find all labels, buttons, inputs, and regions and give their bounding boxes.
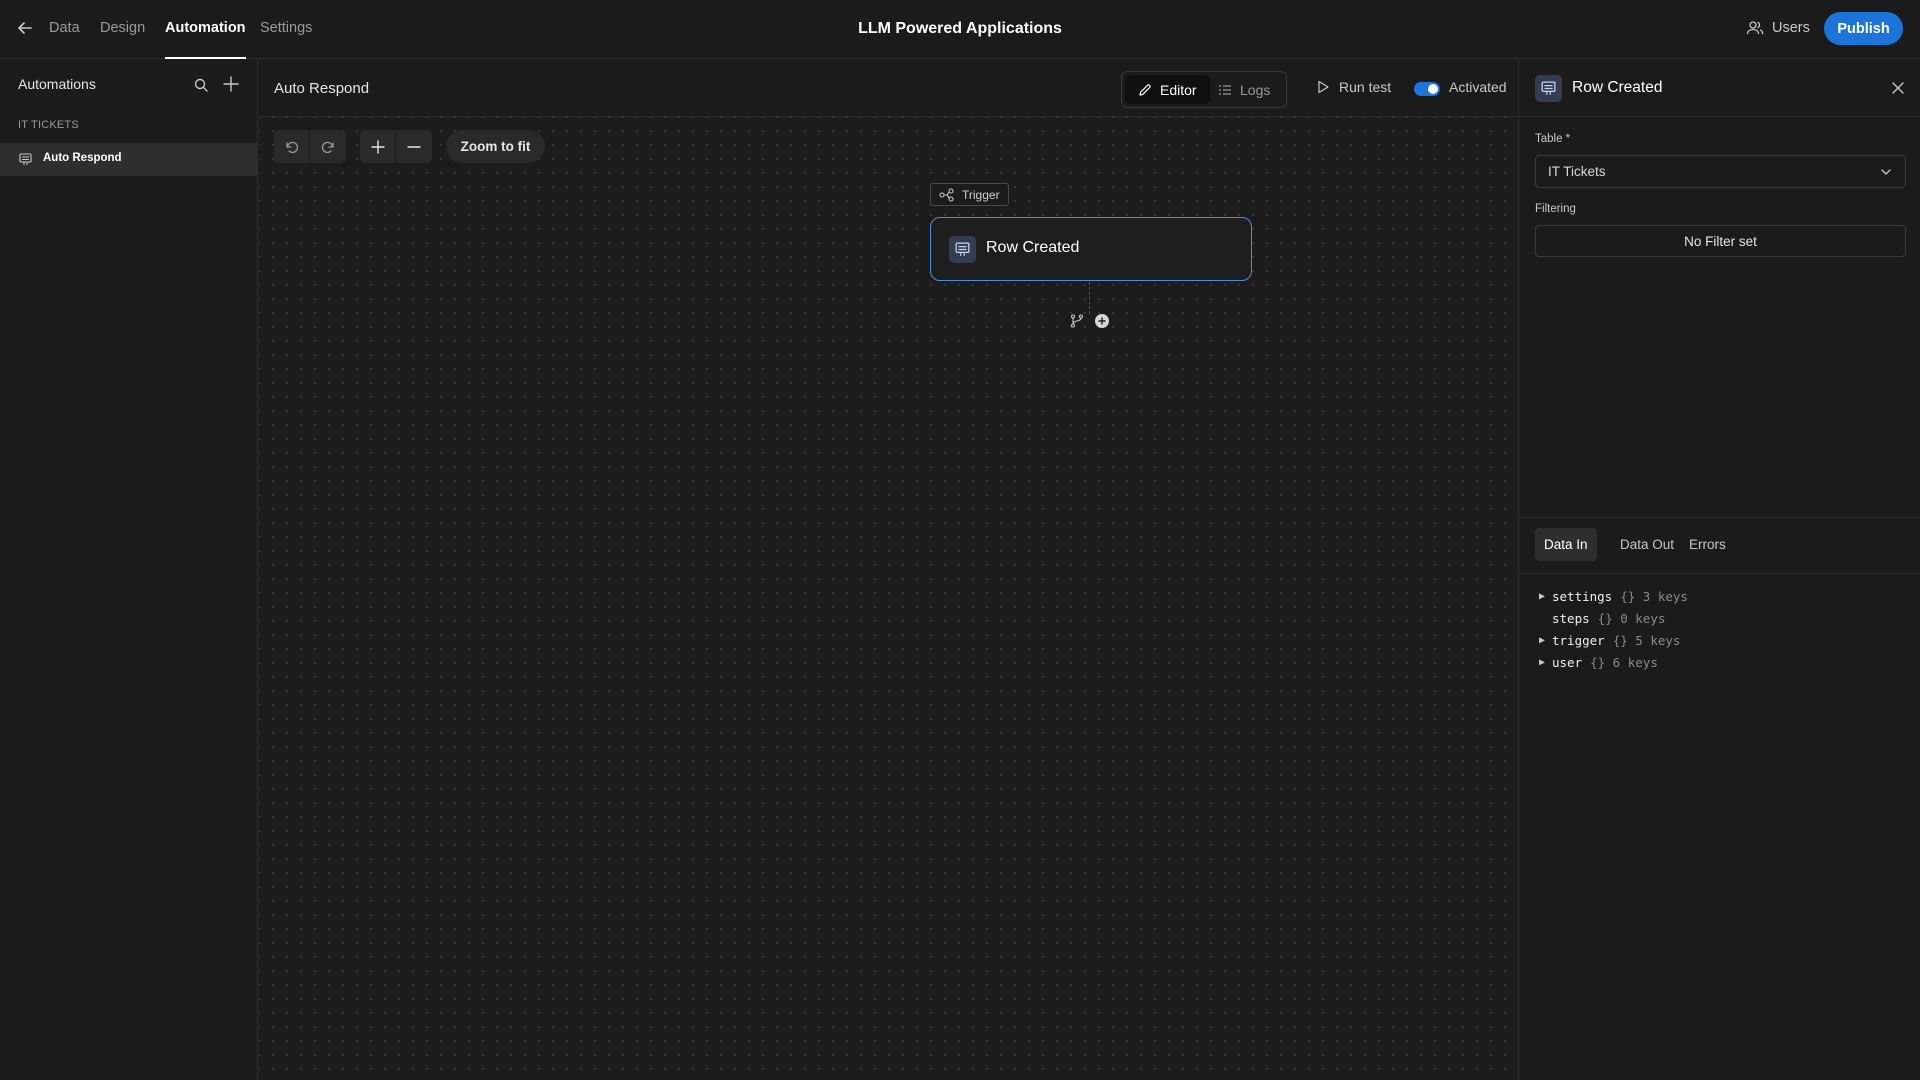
row-created-node[interactable]: Row Created [930,217,1252,281]
automation-header: Auto Respond Editor Logs Run test Activa… [259,59,1518,117]
automations-sidebar: Automations IT TICKETS Auto Respond [0,59,258,1080]
table-select-value: IT Tickets [1548,164,1606,179]
tree-row-user[interactable]: ▶ user {} 6 keys [1539,651,1688,673]
tree-key: user [1552,654,1583,670]
zoom-out-button[interactable] [396,130,432,163]
table-field-label: Table * [1535,133,1571,145]
redo-button[interactable] [310,130,346,163]
branch-icon[interactable] [1069,313,1085,329]
panel-title: Row Created [1572,79,1663,96]
tree-meta: {} 3 keys [1620,588,1688,604]
undo-icon [284,139,300,155]
view-switcher: Editor Logs [1121,71,1287,108]
search-icon[interactable] [193,77,209,93]
minus-icon [406,139,422,155]
logs-tab[interactable]: Logs [1205,75,1283,104]
trigger-tag-label: Trigger [962,187,1000,202]
row-created-icon [949,236,976,263]
step-config-panel: Row Created Table * IT Tickets Filtering… [1518,59,1920,1080]
tree-key: steps [1552,610,1590,626]
trigger-tag: Trigger [930,183,1009,206]
tree-row-trigger[interactable]: ▶ trigger {} 5 keys [1539,629,1688,651]
add-automation-icon[interactable] [222,75,240,93]
editor-tab[interactable]: Editor [1125,75,1210,104]
row-created-icon [19,153,32,166]
panel-header: Row Created [1519,59,1920,117]
expand-arrow-icon: ▶ [1539,590,1546,602]
history-controls [274,130,346,163]
nav-tab-data[interactable]: Data [49,0,80,59]
pencil-icon [1138,83,1152,97]
sidebar-item-label: Auto Respond [43,152,122,164]
redo-icon [320,139,336,155]
tab-data-out[interactable]: Data Out [1611,528,1683,561]
plus-icon [370,139,386,155]
activated-label: Activated [1449,79,1507,95]
tree-meta: {} 5 keys [1612,632,1681,648]
zoom-in-button[interactable] [360,130,396,163]
tree-key: settings [1552,588,1613,604]
users-icon [1746,19,1764,37]
tree-row-settings[interactable]: ▶ settings {} 3 keys [1539,585,1688,607]
tree-key: trigger [1552,632,1605,648]
sidebar-group-label: IT TICKETS [18,119,79,131]
tree-meta: {} 6 keys [1590,654,1658,670]
zoom-to-fit-button[interactable]: Zoom to fit [446,130,545,163]
users-button[interactable]: Users [1746,16,1810,40]
logs-tab-label: Logs [1240,81,1271,98]
automation-canvas[interactable]: Zoom to fit Trigger Row Created [259,117,1518,1080]
tree-meta: {} 0 keys [1597,610,1666,626]
expand-arrow-icon: ▶ [1539,656,1546,668]
data-tree: ▶ settings {} 3 keys steps {} 0 keys ▶ t… [1539,585,1688,673]
list-icon [1218,83,1232,97]
close-icon[interactable] [1890,80,1906,96]
activated-toggle[interactable] [1414,82,1440,96]
zoom-controls [360,130,432,163]
editor-tab-label: Editor [1160,81,1197,98]
nav-tab-automation[interactable]: Automation [165,0,246,59]
publish-button[interactable]: Publish [1824,12,1903,45]
sidebar-item-auto-respond[interactable]: Auto Respond [0,143,257,176]
trigger-icon [939,187,955,202]
data-tabs: Data In Data Out Errors [1519,517,1920,574]
node-label: Row Created [986,239,1080,256]
table-select[interactable]: IT Tickets [1535,155,1906,188]
tab-data-in[interactable]: Data In [1535,528,1597,561]
automation-name: Auto Respond [274,80,370,97]
undo-button[interactable] [274,130,310,163]
filtering-label: Filtering [1535,203,1576,215]
back-arrow-icon[interactable] [16,19,34,37]
add-step-icon[interactable] [1095,314,1109,328]
run-test-label: Run test [1339,79,1392,95]
tab-errors[interactable]: Errors [1680,528,1735,561]
top-bar: Data Design Automation Settings LLM Powe… [0,0,1920,59]
expand-arrow-icon: ▶ [1539,634,1546,646]
users-label: Users [1772,20,1810,36]
sidebar-title: Automations [18,76,96,92]
filter-button[interactable]: No Filter set [1535,225,1906,257]
nav-tab-settings[interactable]: Settings [260,0,312,59]
run-test-button[interactable]: Run test [1316,79,1391,95]
chevron-down-icon [1879,165,1893,179]
row-created-icon [1535,75,1562,102]
tree-row-steps[interactable]: steps {} 0 keys [1539,607,1688,629]
node-connector [1089,282,1090,314]
play-icon [1316,80,1330,94]
nav-tab-design[interactable]: Design [100,0,145,59]
